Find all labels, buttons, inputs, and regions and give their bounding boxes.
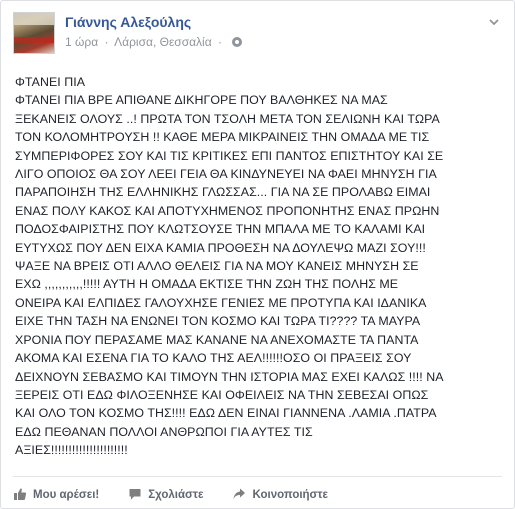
chevron-down-icon[interactable] <box>486 16 502 32</box>
post-card: Γιάννης Αλεξούλης 1 ώρα · Λάρισα, Θεσσαλ… <box>0 0 515 509</box>
post-location[interactable]: Λάρισα, Θεσσαλία <box>114 35 212 49</box>
post-header: Γιάννης Αλεξούλης 1 ώρα · Λάρισα, Θεσσαλ… <box>13 12 502 56</box>
divider <box>13 476 502 477</box>
share-icon <box>232 487 252 504</box>
thumbs-up-icon <box>13 487 33 504</box>
author-name[interactable]: Γιάννης Αλεξούλης <box>65 14 191 30</box>
globe-icon[interactable] <box>232 37 243 47</box>
like-button[interactable]: Μου αρέσει! <box>13 487 99 504</box>
post-time[interactable]: 1 ώρα <box>65 35 98 49</box>
post-meta: 1 ώρα · Λάρισα, Θεσσαλία · <box>65 35 243 49</box>
comment-icon <box>128 487 148 504</box>
share-button[interactable]: Κοινοποιήστε <box>232 487 328 504</box>
like-label: Μου αρέσει! <box>33 489 100 501</box>
post-text: ΦΤΑΝΕΙ ΠΙΑ ΦΤΑΝΕΙ ΠΙΑ ΒΡΕ ΑΠΙΘΑΝΕ ΔΙΚΗΓΟ… <box>15 75 444 458</box>
post-actions: Μου αρέσει! Σχολιάστε Κοινοποιήστε <box>13 484 502 506</box>
avatar[interactable] <box>13 12 55 54</box>
comment-label: Σχολιάστε <box>148 489 204 501</box>
comment-button[interactable]: Σχολιάστε <box>128 487 203 504</box>
meta-separator: · <box>218 35 222 49</box>
meta-separator: · <box>104 35 109 49</box>
share-label: Κοινοποιήστε <box>252 489 329 501</box>
